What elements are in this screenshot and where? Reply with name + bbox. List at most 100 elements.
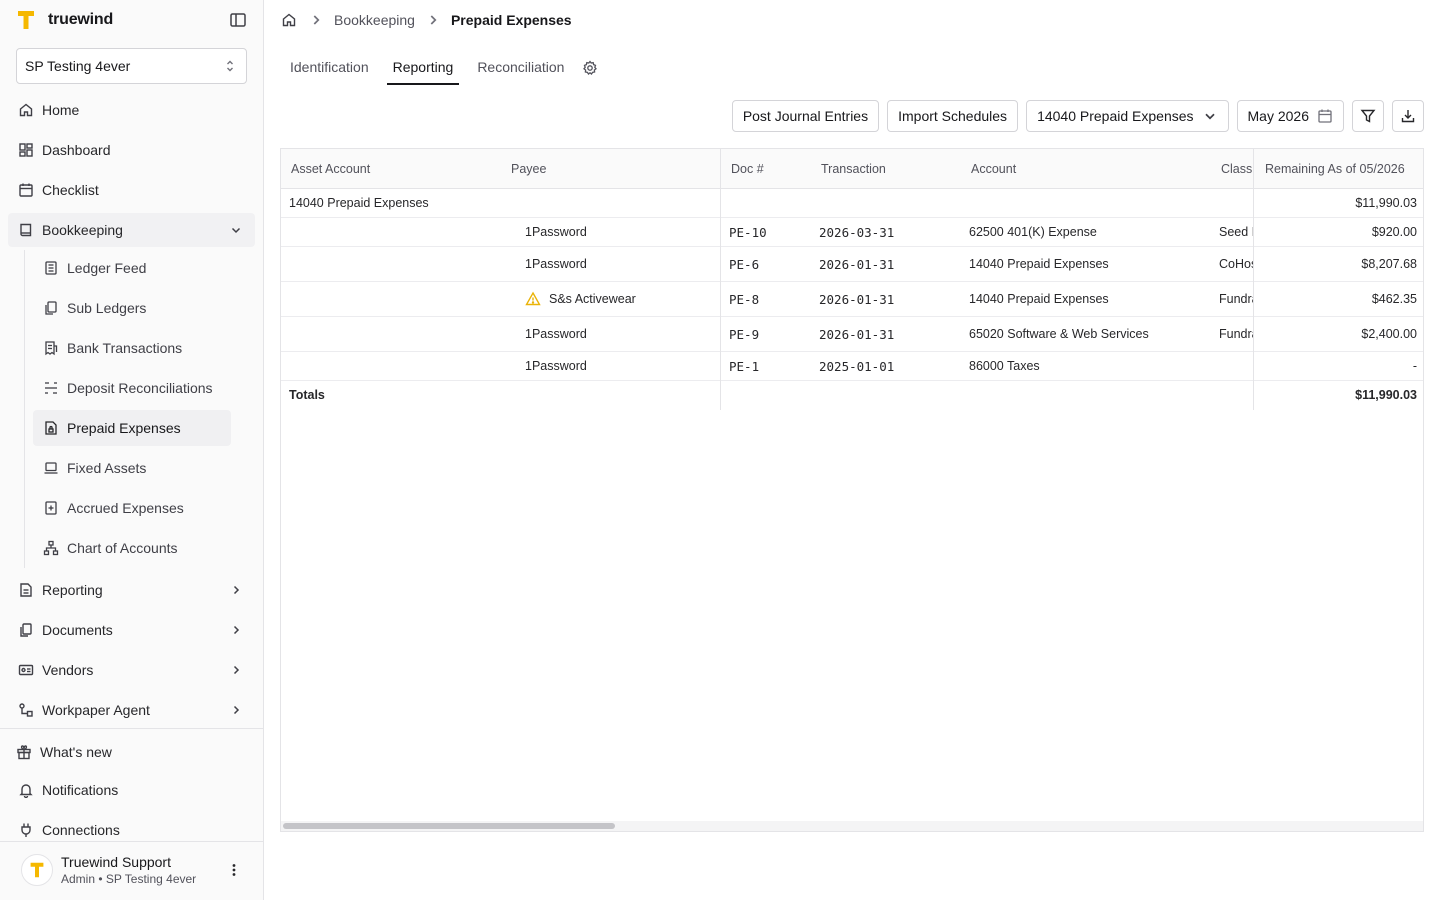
tab-reporting[interactable]: Reporting [386, 50, 460, 85]
report-icon [18, 582, 34, 598]
doc-cell[interactable]: PE-9 [729, 317, 809, 351]
chevron-down-icon [229, 223, 243, 237]
column-header-remaining[interactable]: Remaining As of 05/2026 [1253, 149, 1423, 189]
column-header-transaction[interactable]: Transaction [811, 149, 961, 189]
sidebar-item-sub-ledgers[interactable]: Sub Ledgers [33, 290, 231, 326]
breadcrumb-current: Prepaid Expenses [450, 12, 572, 28]
home-icon [18, 102, 34, 118]
column-header-asset-account[interactable]: Asset Account [281, 149, 501, 189]
import-schedules-button[interactable]: Import Schedules [887, 100, 1019, 132]
period-value: May 2026 [1247, 108, 1309, 124]
download-icon [1400, 108, 1416, 124]
user-role: Admin • SP Testing 4ever [61, 872, 197, 886]
tab-settings[interactable] [582, 50, 600, 86]
id-card-icon [18, 662, 34, 678]
book-icon [18, 222, 34, 238]
payee-cell: 1Password [525, 225, 587, 239]
column-header-class[interactable]: Class [1211, 149, 1253, 189]
filter-icon [1360, 108, 1376, 124]
download-button[interactable] [1392, 100, 1424, 132]
sidebar-item-bank-transactions[interactable]: Bank Transactions [33, 330, 231, 366]
period-picker[interactable]: May 2026 [1236, 100, 1344, 132]
sidebar-item-label: Bank Transactions [67, 340, 183, 356]
sidebar-item-accrued-expenses[interactable]: Accrued Expenses [33, 490, 231, 526]
sidebar-toggle-icon[interactable] [229, 11, 247, 29]
nav-item-vendors[interactable]: Vendors [8, 653, 255, 687]
sidebar-item-deposit-reconciliations[interactable]: Deposit Reconciliations [33, 370, 231, 406]
warning-icon[interactable] [525, 291, 541, 307]
post-journal-entries-button[interactable]: Post Journal Entries [731, 100, 880, 132]
user-profile[interactable]: Truewind Support Admin • SP Testing 4eve… [21, 854, 196, 886]
nav-item-dashboard[interactable]: Dashboard [8, 133, 255, 167]
nav-label: Workpaper Agent [42, 702, 150, 718]
sidebar-item-ledger-feed[interactable]: Ledger Feed [33, 250, 231, 286]
class-cell: Seed I [1219, 225, 1253, 239]
tab-bar: Identification Reporting Reconciliation [284, 50, 600, 86]
account-cell: 65020 Software & Web Services [969, 327, 1149, 341]
payee-cell: S&s Activewear [525, 282, 715, 316]
column-header-account[interactable]: Account [961, 149, 1211, 189]
filter-button[interactable] [1352, 100, 1384, 132]
remaining-cell: $8,207.68 [1361, 257, 1417, 271]
column-header-doc[interactable]: Doc # [721, 149, 811, 189]
account-cell: 14040 Prepaid Expenses [969, 292, 1109, 306]
date-cell: 2025-01-01 [819, 358, 895, 374]
doc-cell[interactable]: PE-1 [729, 352, 809, 380]
brand-name: truewind [48, 11, 114, 28]
account-filter-select[interactable]: 14040 Prepaid Expenses [1026, 100, 1229, 132]
doc-cell[interactable]: PE-10 [729, 218, 809, 246]
home-icon[interactable] [280, 11, 298, 29]
doc-cell[interactable]: PE-6 [729, 247, 809, 281]
nav-item-documents[interactable]: Documents [8, 613, 255, 647]
company-selector[interactable]: SP Testing 4ever [16, 48, 247, 84]
breadcrumb-bookkeeping[interactable]: Bookkeeping [334, 12, 415, 28]
tab-reconciliation[interactable]: Reconciliation [471, 50, 570, 85]
horizontal-scrollbar[interactable] [281, 821, 1423, 831]
column-divider [720, 149, 721, 410]
payee-cell: 1Password [525, 257, 587, 271]
more-vertical-icon[interactable] [226, 862, 242, 878]
nav-label: Checklist [42, 182, 99, 198]
nav-item-reporting[interactable]: Reporting [8, 573, 255, 607]
chevron-right-icon [229, 663, 243, 677]
account-cell: 14040 Prepaid Expenses [969, 257, 1109, 271]
chevron-right-icon [229, 623, 243, 637]
nav-label: Dashboard [42, 142, 111, 158]
dashboard-icon [18, 142, 34, 158]
brand[interactable]: truewind [16, 8, 113, 32]
nav-item-checklist[interactable]: Checklist [8, 173, 255, 207]
laptop-icon [43, 460, 59, 476]
payee-cell: 1Password [525, 327, 587, 341]
chevrons-up-down-icon [222, 58, 238, 74]
nav-label: What's new [40, 744, 112, 760]
sidebar-item-label: Fixed Assets [67, 460, 147, 476]
nav-label: Vendors [42, 662, 94, 678]
nav-item-home[interactable]: Home [8, 93, 255, 127]
sidebar-item-fixed-assets[interactable]: Fixed Assets [33, 450, 231, 486]
avatar [21, 854, 53, 886]
class-cell: Fundra [1219, 292, 1253, 306]
file-plus-icon [43, 500, 59, 516]
main-content: Bookkeeping Prepaid Expenses Identificat… [264, 0, 1440, 900]
nav-item-notifications[interactable]: Notifications [8, 773, 255, 807]
nav-item-bookkeeping[interactable]: Bookkeeping [8, 213, 255, 247]
nav-item-workpaper-agent[interactable]: Workpaper Agent [8, 693, 255, 727]
nav-item-whats-new[interactable]: What's new [8, 735, 255, 769]
tab-identification[interactable]: Identification [284, 50, 375, 85]
remaining-cell: - [1412, 359, 1417, 373]
date-cell: 2026-01-31 [819, 291, 895, 307]
document-lock-icon [43, 420, 59, 436]
sidebar-item-label: Sub Ledgers [67, 300, 147, 316]
scrollbar-thumb[interactable] [283, 823, 615, 829]
account-filter-value: 14040 Prepaid Expenses [1037, 108, 1194, 124]
column-header-payee[interactable]: Payee [501, 149, 720, 189]
plug-icon [18, 822, 34, 838]
sidebar-item-chart-of-accounts[interactable]: Chart of Accounts [33, 530, 231, 566]
sidebar-divider [0, 841, 263, 842]
sidebar-item-prepaid-expenses[interactable]: Prepaid Expenses [33, 410, 231, 446]
payee-name: S&s Activewear [549, 292, 636, 306]
doc-cell[interactable]: PE-8 [729, 282, 809, 316]
toolbar: Post Journal Entries Import Schedules 14… [731, 100, 1424, 132]
gear-icon [582, 60, 598, 76]
payee-cell: 1Password [525, 359, 587, 373]
